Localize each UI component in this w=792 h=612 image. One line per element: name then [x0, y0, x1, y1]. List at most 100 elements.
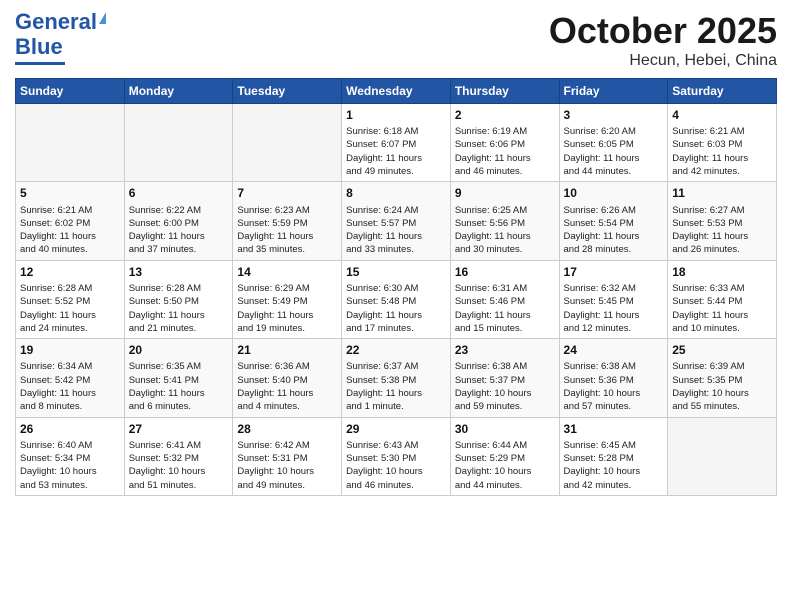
- day-number: 15: [346, 264, 446, 280]
- week-row-1: 1Sunrise: 6:18 AM Sunset: 6:07 PM Daylig…: [16, 104, 777, 182]
- day-number: 1: [346, 107, 446, 123]
- day-number: 14: [237, 264, 337, 280]
- day-cell: 29 Sunrise: 6:43 AM Sunset: 5:30 PM Dayli…: [342, 417, 451, 495]
- day-cell: 11Sunrise: 6:27 AM Sunset: 5:53 PM Dayli…: [668, 182, 777, 260]
- day-number: 23: [455, 342, 555, 358]
- day-info: Sunrise: 6:24 AM Sunset: 5:57 PM Dayligh…: [346, 204, 446, 257]
- day-info: Sunrise: 6:41 AM Sunset: 5:32 PM Dayligh…: [129, 439, 229, 492]
- day-info: Sunrise: 6:32 AM Sunset: 5:45 PM Dayligh…: [564, 282, 664, 335]
- day-number: 11: [672, 185, 772, 201]
- day-cell: 22 Sunrise: 6:37 AM Sunset: 5:38 PM Dayli…: [342, 339, 451, 417]
- day-cell: 20 Sunrise: 6:35 AM Sunset: 5:41 PM Dayli…: [124, 339, 233, 417]
- day-cell: 3Sunrise: 6:20 AM Sunset: 6:05 PM Daylig…: [559, 104, 668, 182]
- week-row-5: 26 Sunrise: 6:40 AM Sunset: 5:34 PM Dayli…: [16, 417, 777, 495]
- day-cell: 27 Sunrise: 6:41 AM Sunset: 5:32 PM Dayli…: [124, 417, 233, 495]
- day-info: Sunrise: 6:19 AM Sunset: 6:06 PM Dayligh…: [455, 125, 555, 178]
- weekday-header-tuesday: Tuesday: [233, 79, 342, 104]
- day-info: Sunrise: 6:40 AM Sunset: 5:34 PM Dayligh…: [20, 439, 120, 492]
- day-cell: 23 Sunrise: 6:38 AM Sunset: 5:37 PM Dayli…: [450, 339, 559, 417]
- header: General Blue October 2025 Hecun, Hebei, …: [15, 10, 777, 70]
- day-number: 26: [20, 421, 120, 437]
- day-cell: 19 Sunrise: 6:34 AM Sunset: 5:42 PM Dayli…: [16, 339, 125, 417]
- logo-blue: Blue: [15, 34, 63, 60]
- day-cell: [233, 104, 342, 182]
- day-info: Sunrise: 6:45 AM Sunset: 5:28 PM Dayligh…: [564, 439, 664, 492]
- day-cell: 1Sunrise: 6:18 AM Sunset: 6:07 PM Daylig…: [342, 104, 451, 182]
- calendar-table: SundayMondayTuesdayWednesdayThursdayFrid…: [15, 78, 777, 496]
- day-number: 19: [20, 342, 120, 358]
- month-title: October 2025: [549, 10, 777, 52]
- day-cell: 30 Sunrise: 6:44 AM Sunset: 5:29 PM Dayli…: [450, 417, 559, 495]
- weekday-header-sunday: Sunday: [16, 79, 125, 104]
- day-cell: 26 Sunrise: 6:40 AM Sunset: 5:34 PM Dayli…: [16, 417, 125, 495]
- logo: General Blue: [15, 10, 106, 65]
- day-number: 4: [672, 107, 772, 123]
- day-info: Sunrise: 6:29 AM Sunset: 5:49 PM Dayligh…: [237, 282, 337, 335]
- day-cell: 4 Sunrise: 6:21 AM Sunset: 6:03 PM Daylig…: [668, 104, 777, 182]
- day-info: Sunrise: 6:37 AM Sunset: 5:38 PM Dayligh…: [346, 360, 446, 413]
- day-info: Sunrise: 6:36 AM Sunset: 5:40 PM Dayligh…: [237, 360, 337, 413]
- day-cell: 28 Sunrise: 6:42 AM Sunset: 5:31 PM Dayli…: [233, 417, 342, 495]
- day-number: 10: [564, 185, 664, 201]
- day-number: 20: [129, 342, 229, 358]
- day-info: Sunrise: 6:28 AM Sunset: 5:52 PM Dayligh…: [20, 282, 120, 335]
- day-info: Sunrise: 6:38 AM Sunset: 5:36 PM Dayligh…: [564, 360, 664, 413]
- day-number: 18: [672, 264, 772, 280]
- day-info: Sunrise: 6:35 AM Sunset: 5:41 PM Dayligh…: [129, 360, 229, 413]
- title-block: October 2025 Hecun, Hebei, China: [549, 10, 777, 70]
- day-number: 28: [237, 421, 337, 437]
- weekday-header-monday: Monday: [124, 79, 233, 104]
- day-number: 2: [455, 107, 555, 123]
- weekday-header-friday: Friday: [559, 79, 668, 104]
- day-cell: 15Sunrise: 6:30 AM Sunset: 5:48 PM Dayli…: [342, 260, 451, 338]
- day-cell: 14 Sunrise: 6:29 AM Sunset: 5:49 PM Dayli…: [233, 260, 342, 338]
- day-number: 27: [129, 421, 229, 437]
- day-number: 22: [346, 342, 446, 358]
- day-cell: 16 Sunrise: 6:31 AM Sunset: 5:46 PM Dayli…: [450, 260, 559, 338]
- day-info: Sunrise: 6:21 AM Sunset: 6:03 PM Dayligh…: [672, 125, 772, 178]
- weekday-header-wednesday: Wednesday: [342, 79, 451, 104]
- day-number: 30: [455, 421, 555, 437]
- main-container: General Blue October 2025 Hecun, Hebei, …: [0, 0, 792, 501]
- day-info: Sunrise: 6:44 AM Sunset: 5:29 PM Dayligh…: [455, 439, 555, 492]
- day-number: 29: [346, 421, 446, 437]
- logo-text: General: [15, 10, 106, 34]
- day-cell: 13Sunrise: 6:28 AM Sunset: 5:50 PM Dayli…: [124, 260, 233, 338]
- day-number: 13: [129, 264, 229, 280]
- day-cell: 31 Sunrise: 6:45 AM Sunset: 5:28 PM Dayli…: [559, 417, 668, 495]
- day-info: Sunrise: 6:38 AM Sunset: 5:37 PM Dayligh…: [455, 360, 555, 413]
- day-cell: 21 Sunrise: 6:36 AM Sunset: 5:40 PM Dayli…: [233, 339, 342, 417]
- day-number: 21: [237, 342, 337, 358]
- day-number: 31: [564, 421, 664, 437]
- weekday-header-saturday: Saturday: [668, 79, 777, 104]
- day-number: 16: [455, 264, 555, 280]
- day-number: 24: [564, 342, 664, 358]
- day-info: Sunrise: 6:31 AM Sunset: 5:46 PM Dayligh…: [455, 282, 555, 335]
- day-cell: 5Sunrise: 6:21 AM Sunset: 6:02 PM Daylig…: [16, 182, 125, 260]
- day-cell: 10Sunrise: 6:26 AM Sunset: 5:54 PM Dayli…: [559, 182, 668, 260]
- day-info: Sunrise: 6:23 AM Sunset: 5:59 PM Dayligh…: [237, 204, 337, 257]
- day-info: Sunrise: 6:34 AM Sunset: 5:42 PM Dayligh…: [20, 360, 120, 413]
- day-cell: [124, 104, 233, 182]
- week-row-2: 5Sunrise: 6:21 AM Sunset: 6:02 PM Daylig…: [16, 182, 777, 260]
- week-row-4: 19 Sunrise: 6:34 AM Sunset: 5:42 PM Dayli…: [16, 339, 777, 417]
- day-info: Sunrise: 6:42 AM Sunset: 5:31 PM Dayligh…: [237, 439, 337, 492]
- day-cell: 6Sunrise: 6:22 AM Sunset: 6:00 PM Daylig…: [124, 182, 233, 260]
- day-info: Sunrise: 6:25 AM Sunset: 5:56 PM Dayligh…: [455, 204, 555, 257]
- day-cell: 12 Sunrise: 6:28 AM Sunset: 5:52 PM Dayli…: [16, 260, 125, 338]
- logo-general: General: [15, 9, 97, 34]
- day-info: Sunrise: 6:39 AM Sunset: 5:35 PM Dayligh…: [672, 360, 772, 413]
- day-info: Sunrise: 6:43 AM Sunset: 5:30 PM Dayligh…: [346, 439, 446, 492]
- day-cell: 9Sunrise: 6:25 AM Sunset: 5:56 PM Daylig…: [450, 182, 559, 260]
- day-info: Sunrise: 6:33 AM Sunset: 5:44 PM Dayligh…: [672, 282, 772, 335]
- day-cell: 18 Sunrise: 6:33 AM Sunset: 5:44 PM Dayli…: [668, 260, 777, 338]
- day-number: 8: [346, 185, 446, 201]
- location: Hecun, Hebei, China: [549, 52, 777, 70]
- weekday-header-row: SundayMondayTuesdayWednesdayThursdayFrid…: [16, 79, 777, 104]
- day-cell: [16, 104, 125, 182]
- day-cell: 24 Sunrise: 6:38 AM Sunset: 5:36 PM Dayli…: [559, 339, 668, 417]
- day-number: 6: [129, 185, 229, 201]
- day-info: Sunrise: 6:21 AM Sunset: 6:02 PM Dayligh…: [20, 204, 120, 257]
- day-cell: 7Sunrise: 6:23 AM Sunset: 5:59 PM Daylig…: [233, 182, 342, 260]
- day-number: 12: [20, 264, 120, 280]
